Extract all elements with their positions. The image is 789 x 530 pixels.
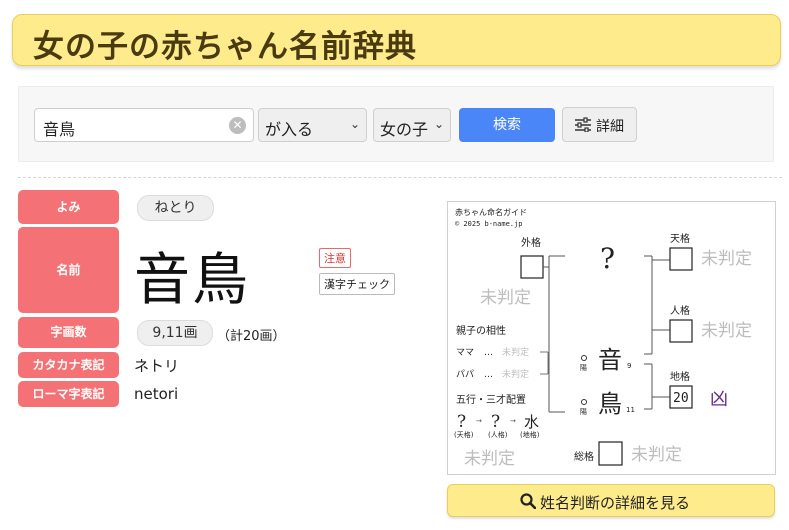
gogyo-elem-1: ? <box>457 412 466 432</box>
seimei-handan-card: 赤ちゃん命名ガイド © 2025 b-name.jp 外格 未判定 ? 天格 未… <box>447 201 776 475</box>
gender-select[interactable]: 女の子 ⌄ <box>373 108 451 142</box>
tenkaku-box <box>669 247 693 271</box>
site-name: 赤ちゃん命名ガイド <box>455 207 527 217</box>
search-button[interactable]: 検索 <box>459 108 555 142</box>
tenkaku-label: 天格 <box>670 232 690 245</box>
svg-text:→: → <box>510 417 516 425</box>
gaikaku-label: 外格 <box>521 236 541 249</box>
chikaku-label: 地格 <box>670 370 690 383</box>
jinkaku-label: 人格 <box>670 304 690 317</box>
char1-yinyang: 陽 <box>580 363 587 372</box>
soukaku-unjudged: 未判定 <box>631 445 682 465</box>
svg-text:…: … <box>484 370 493 380</box>
strokes-value: 9,11画 <box>137 320 213 346</box>
gogyo-title: 五行・三才配置 <box>456 393 526 406</box>
search-panel: 音鳥 ✕ が入る ⌄ 女の子 ⌄ 検索 詳細 <box>18 86 774 162</box>
page-title: 女の子の赤ちゃん名前辞典 <box>33 29 417 65</box>
svg-text:…: … <box>484 348 493 358</box>
surname-question: ? <box>600 242 615 275</box>
katakana-value: ネトリ <box>134 357 180 375</box>
katakana-label: カタカナ表記 <box>18 352 119 378</box>
caution-tag[interactable]: 注意 <box>319 248 351 268</box>
name-label: 名前 <box>18 227 119 313</box>
jinkaku-box <box>669 319 693 343</box>
yomi-value: ねとり <box>137 195 214 221</box>
gogyo-unjudged: 未判定 <box>464 449 515 469</box>
jinkaku-unjudged: 未判定 <box>701 321 752 341</box>
gogyo-label-3: (地格) <box>520 430 540 439</box>
match-type-value: が入る <box>265 120 314 139</box>
name-char-1: 音 <box>598 346 622 374</box>
compat-title: 親子の相性 <box>456 324 506 337</box>
gogyo-label-2: (人格) <box>488 430 508 439</box>
soukaku-label: 総格 <box>574 450 594 463</box>
name-char-2: 鳥 <box>598 390 622 418</box>
char1-strokes: 9 <box>627 362 631 370</box>
char2-yinyang: 陽 <box>580 407 587 416</box>
mama-label: ママ <box>456 348 474 358</box>
site-copyright: © 2025 b-name.jp <box>455 220 522 228</box>
title-bar: 女の子の赤ちゃん名前辞典 <box>12 14 781 66</box>
mama-unjudged: 未判定 <box>502 346 529 358</box>
chikaku-fortune: 凶 <box>710 389 728 410</box>
chevron-down-icon: ⌄ <box>349 117 360 131</box>
fortune-diagram: 赤ちゃん命名ガイド © 2025 b-name.jp 外格 未判定 ? 天格 未… <box>454 207 752 469</box>
soukaku-box <box>598 441 623 466</box>
papa-unjudged: 未判定 <box>502 368 529 380</box>
detail-button[interactable]: 詳細 <box>562 107 637 142</box>
gogyo-elem-2: ? <box>491 412 500 432</box>
name-input-value: 音鳥 <box>43 120 76 139</box>
gogyo-elem-3: 水 <box>524 413 539 431</box>
gaikaku-unjudged: 未判定 <box>480 288 531 308</box>
strokes-label: 字画数 <box>18 317 119 348</box>
kanji-check-tag[interactable]: 漢字チェック <box>319 273 395 295</box>
sliders-icon <box>575 117 591 132</box>
strokes-total: （計20画） <box>217 329 286 344</box>
chevron-down-icon: ⌄ <box>433 117 444 131</box>
divider <box>18 177 782 178</box>
gender-value: 女の子 <box>380 120 429 139</box>
svg-text:→: → <box>476 417 482 425</box>
fortune-detail-button[interactable]: 姓名判断の詳細を見る <box>447 484 775 517</box>
char2-strokes: 11 <box>626 406 635 414</box>
clear-icon[interactable]: ✕ <box>229 117 246 134</box>
tenkaku-unjudged: 未判定 <box>701 249 752 269</box>
name-display: 音鳥 <box>134 248 250 313</box>
search-icon <box>520 493 536 509</box>
yomi-label: よみ <box>18 190 119 224</box>
chikaku-value: 20 <box>673 391 689 406</box>
fortune-detail-label: 姓名判断の詳細を見る <box>540 494 691 512</box>
match-type-select[interactable]: が入る ⌄ <box>258 108 367 142</box>
name-search-input[interactable]: 音鳥 ✕ <box>34 108 254 142</box>
romaji-label: ローマ字表記 <box>18 381 119 407</box>
romaji-value: netori <box>134 385 179 403</box>
papa-label: パパ <box>456 369 474 380</box>
detail-label: 詳細 <box>596 119 624 135</box>
gaikaku-box <box>520 255 544 279</box>
gogyo-label-1: (天格) <box>454 430 474 439</box>
